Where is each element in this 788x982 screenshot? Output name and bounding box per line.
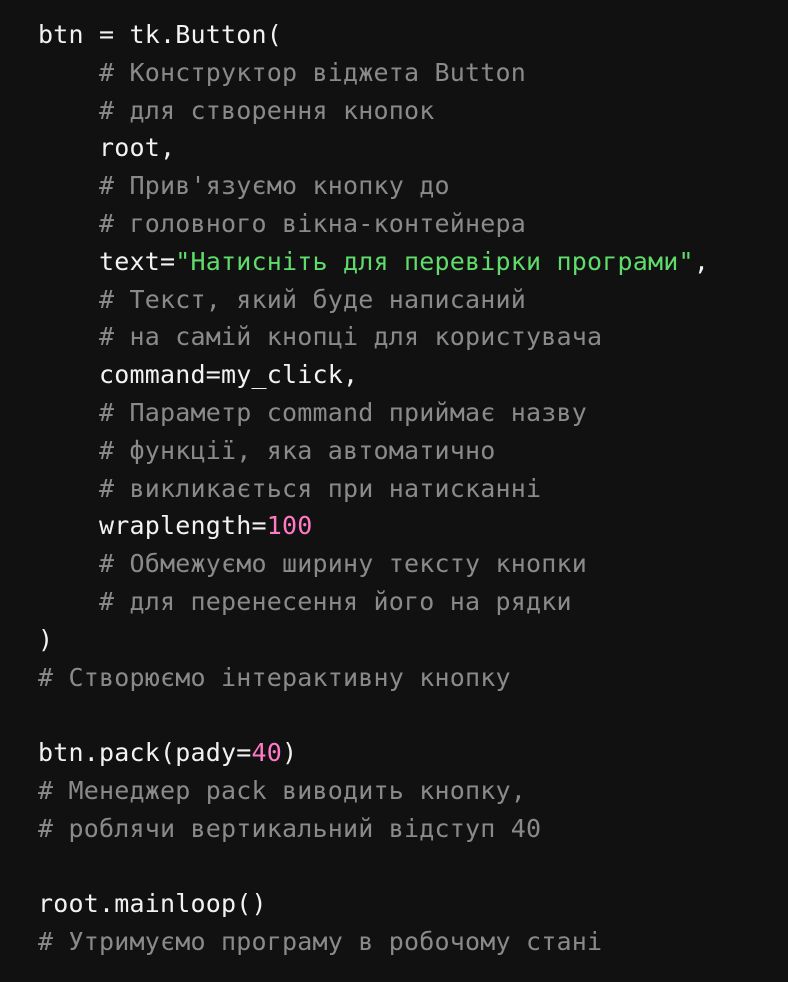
code-number: 100 xyxy=(266,511,313,541)
code-text: wraplength= xyxy=(99,511,267,541)
code-comment: # Прив'язуємо кнопку до xyxy=(99,171,450,201)
code-line-3: # для створення кнопок xyxy=(38,92,788,130)
code-comment: # Обмежуємо ширину тексту кнопки xyxy=(99,549,588,579)
code-line-14: wraplength=100 xyxy=(38,507,788,545)
code-comment: # функції, яка автоматично xyxy=(99,435,496,465)
code-comment: # роблячи вертикальний відступ 40 xyxy=(38,813,542,843)
code-comment: # на самій кнопці для користувача xyxy=(99,322,603,352)
code-text: root.mainloop() xyxy=(38,889,267,919)
code-string: "Натисніть для перевірки програми" xyxy=(175,246,694,276)
code-comment: # Менеджер pack виводить кнопку, xyxy=(38,775,527,805)
code-text: text= xyxy=(99,246,176,276)
code-text: ) xyxy=(38,624,54,654)
code-comment: # для створення кнопок xyxy=(99,95,435,125)
code-comment: # Параметр command приймає назву xyxy=(99,397,588,427)
code-line-5: # Прив'язуємо кнопку до xyxy=(38,167,788,205)
code-comment: # викликається при натисканні xyxy=(99,473,542,503)
code-line-1: btn = tk.Button( xyxy=(38,16,788,54)
code-text: btn = tk.Button( xyxy=(38,20,283,49)
code-comment: # для перенесення його на рядки xyxy=(99,586,572,616)
code-line-13: # викликається при натисканні xyxy=(38,470,788,508)
code-comment: # Текст, який буде написаний xyxy=(99,284,527,314)
code-text: , xyxy=(693,246,710,276)
code-number: 40 xyxy=(251,738,283,768)
code-line-15: # Обмежуємо ширину тексту кнопки xyxy=(38,545,788,583)
code-line-8: # Текст, який буде написаний xyxy=(38,281,788,319)
code-text: root, xyxy=(99,133,176,163)
code-line-20: btn.pack(pady=40) xyxy=(38,734,788,772)
code-line-9: # на самій кнопці для користувача xyxy=(38,318,788,356)
code-line-11: # Параметр command приймає назву xyxy=(38,394,788,432)
code-line-4: root, xyxy=(38,129,788,167)
code-comment: # Створюємо інтерактивну кнопку xyxy=(38,662,511,692)
code-block: btn = tk.Button( # Конструктор віджета B… xyxy=(0,0,788,982)
code-line-25: # Утримуємо програму в робочому стані xyxy=(38,923,788,961)
code-line-7: text="Натисніть для перевірки програми", xyxy=(38,243,788,281)
code-line-10: command=my_click, xyxy=(38,356,788,394)
code-comment: # Утримуємо програму в робочому стані xyxy=(38,927,603,957)
code-line-22: # роблячи вертикальний відступ 40 xyxy=(38,810,788,848)
code-line-2: # Конструктор віджета Button xyxy=(38,54,788,92)
code-line-16: # для перенесення його на рядки xyxy=(38,583,788,621)
code-text: ) xyxy=(282,738,298,768)
code-line-24: root.mainloop() xyxy=(38,885,788,923)
code-comment: # головного вікна-контейнера xyxy=(99,208,527,238)
code-text: btn.pack(pady= xyxy=(38,738,252,768)
code-line-12: # функції, яка автоматично xyxy=(38,432,788,470)
code-line-17: ) xyxy=(38,621,788,659)
code-text: command=my_click, xyxy=(99,360,359,390)
code-line-21: # Менеджер pack виводить кнопку, xyxy=(38,772,788,810)
code-line-18: # Створюємо інтерактивну кнопку xyxy=(38,659,788,697)
code-comment: # Конструктор віджета Button xyxy=(99,57,527,87)
code-line-6: # головного вікна-контейнера xyxy=(38,205,788,243)
